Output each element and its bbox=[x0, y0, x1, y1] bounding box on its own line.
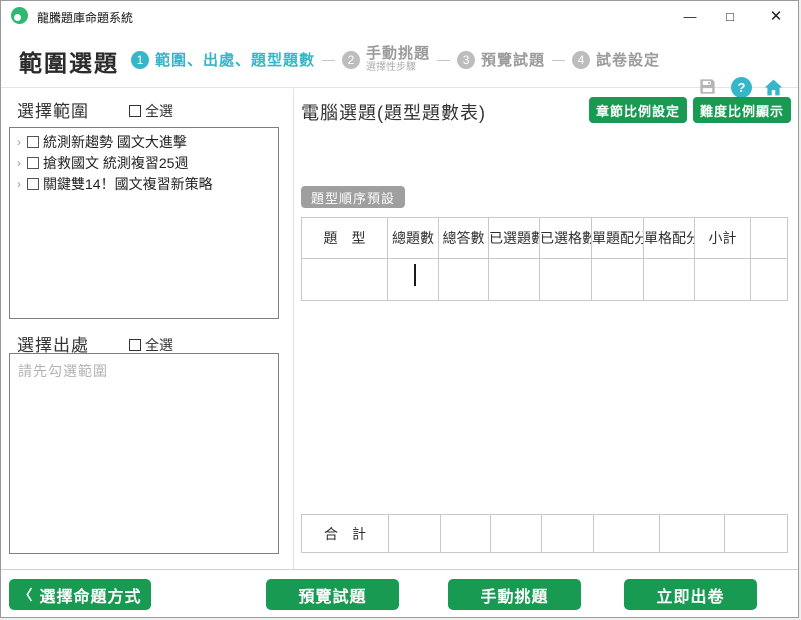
tree-item-book-3[interactable]: › 關鍵雙14！國文複習新策略 bbox=[10, 173, 278, 194]
title-bar: 龍騰題庫命題系統 — □ ✕ bbox=[1, 1, 798, 31]
step-1-number-icon: 1 bbox=[131, 50, 149, 69]
book-2-label[interactable]: 搶救國文 統測複習25週 bbox=[43, 153, 188, 173]
panel-divider bbox=[293, 89, 294, 569]
cell-question-type[interactable] bbox=[301, 258, 388, 301]
col-total-questions: 總題數 bbox=[387, 217, 439, 259]
book-3-checkbox[interactable] bbox=[27, 177, 39, 190]
question-type-table: 題 型 總題數 總答數 已選題數 已選格數 單題配分 單格配分 小計 bbox=[301, 217, 788, 301]
totals-cell bbox=[388, 514, 441, 553]
totals-table: 合 計 bbox=[301, 514, 788, 553]
step-3-number-icon: 3 bbox=[457, 50, 476, 69]
type-order-preset-button[interactable]: 題型順序預設 bbox=[301, 186, 406, 208]
step-4-label: 試卷設定 bbox=[596, 52, 661, 69]
source-select-all[interactable]: 全選 bbox=[129, 335, 173, 355]
totals-cell bbox=[659, 514, 725, 553]
step-1-range[interactable]: 1 範圍、出處、題型題數 bbox=[131, 49, 315, 70]
chevron-right-icon[interactable]: › bbox=[13, 156, 25, 170]
page-title: 範圍選題 bbox=[19, 50, 119, 76]
page-header: 範圍選題 1 範圍、出處、題型題數 — 2 手動挑題 選擇性步驟 — 3 預覽試… bbox=[1, 31, 798, 98]
chevron-right-icon[interactable]: › bbox=[13, 135, 25, 149]
difficulty-ratio-button[interactable]: 難度比例顯示 bbox=[693, 97, 791, 123]
app-logo-icon bbox=[11, 7, 28, 24]
window-title: 龍騰題庫命題系統 bbox=[37, 11, 134, 25]
back-to-method-button[interactable]: 〈 選擇命題方式 bbox=[9, 579, 151, 610]
step-3-preview[interactable]: 3 預覽試題 bbox=[457, 49, 545, 70]
source-placeholder: 請先勾選範圍 bbox=[18, 363, 108, 379]
col-selected-questions: 已選題數 bbox=[488, 217, 540, 259]
preview-questions-button[interactable]: 預覽試題 bbox=[266, 579, 399, 610]
col-selected-blanks: 已選格數 bbox=[539, 217, 592, 259]
wizard-steps: 1 範圍、出處、題型題數 — 2 手動挑題 選擇性步驟 — 3 預覽試題 — 4… bbox=[131, 31, 660, 88]
col-points-per-blank: 單格配分 bbox=[643, 217, 695, 259]
chevron-right-icon[interactable]: › bbox=[13, 177, 25, 191]
step-1-label: 範圍、出處、題型題數 bbox=[155, 52, 316, 69]
cell-points-per-blank[interactable] bbox=[643, 258, 695, 301]
source-select-all-checkbox[interactable] bbox=[129, 339, 141, 351]
step-separator: — bbox=[322, 52, 336, 67]
totals-cell bbox=[593, 514, 660, 553]
range-select-all-label: 全選 bbox=[145, 103, 173, 119]
totals-cell bbox=[440, 514, 491, 553]
table-header-row: 題 型 總題數 總答數 已選題數 已選格數 單題配分 單格配分 小計 bbox=[301, 217, 788, 259]
source-list: 請先勾選範圍 bbox=[9, 353, 279, 554]
tree-item-book-2[interactable]: › 搶救國文 統測複習25週 bbox=[10, 152, 278, 173]
range-section-title: 選擇範圍 bbox=[17, 102, 89, 121]
cell-subtotal[interactable] bbox=[694, 258, 751, 301]
cell-extra[interactable] bbox=[750, 258, 788, 301]
help-icon[interactable]: ? bbox=[731, 77, 752, 98]
minimize-button[interactable]: — bbox=[675, 1, 705, 31]
totals-row: 合 計 bbox=[301, 514, 788, 553]
source-select-all-label: 全選 bbox=[145, 337, 173, 353]
step-separator: — bbox=[552, 52, 566, 67]
book-1-checkbox[interactable] bbox=[27, 135, 39, 148]
cell-total-questions[interactable] bbox=[387, 258, 439, 301]
step-3-label: 預覽試題 bbox=[481, 52, 546, 69]
app-window: 龍騰題庫命題系統 — □ ✕ 範圍選題 1 範圍、出處、題型題數 — 2 手動挑… bbox=[0, 0, 799, 618]
col-total-answers: 總答數 bbox=[438, 217, 489, 259]
range-tree: › 統測新趨勢 國文大進擊 › 搶救國文 統測複習25週 › 關鍵雙14！國文複… bbox=[9, 127, 279, 319]
cell-points-per-question[interactable] bbox=[591, 258, 644, 301]
chapter-ratio-button[interactable]: 章節比例設定 bbox=[589, 97, 687, 123]
totals-cell bbox=[724, 514, 788, 553]
manual-pick-button[interactable]: 手動挑題 bbox=[448, 579, 581, 610]
range-select-all-checkbox[interactable] bbox=[129, 105, 141, 117]
computer-pick-title: 電腦選題(題型題數表) bbox=[301, 103, 486, 123]
book-2-checkbox[interactable] bbox=[27, 156, 39, 169]
col-extra bbox=[750, 217, 788, 259]
back-button-label: 選擇命題方式 bbox=[39, 588, 142, 606]
totals-cell bbox=[490, 514, 542, 553]
maximize-button[interactable]: □ bbox=[715, 1, 745, 31]
step-2-manual-pick[interactable]: 2 手動挑題 選擇性步驟 bbox=[342, 45, 430, 74]
totals-cell bbox=[541, 514, 594, 553]
text-cursor bbox=[414, 264, 416, 286]
book-3-label[interactable]: 關鍵雙14！國文複習新策略 bbox=[43, 174, 213, 194]
step-2-sublabel: 選擇性步驟 bbox=[366, 62, 417, 74]
cell-total-answers[interactable] bbox=[438, 258, 489, 301]
cell-selected-questions[interactable] bbox=[488, 258, 540, 301]
step-2-number-icon: 2 bbox=[342, 50, 361, 69]
range-select-all[interactable]: 全選 bbox=[129, 101, 173, 121]
table-row bbox=[301, 258, 788, 301]
totals-label: 合 計 bbox=[301, 514, 389, 553]
col-subtotal: 小計 bbox=[694, 217, 751, 259]
footer-divider bbox=[1, 569, 798, 570]
chevron-left-icon: 〈 bbox=[18, 586, 34, 603]
tree-item-book-1[interactable]: › 統測新趨勢 國文大進擊 bbox=[10, 131, 278, 152]
step-separator: — bbox=[437, 52, 451, 67]
book-1-label[interactable]: 統測新趨勢 國文大進擊 bbox=[43, 132, 187, 152]
step-4-paper-settings[interactable]: 4 試卷設定 bbox=[572, 49, 660, 70]
close-button[interactable]: ✕ bbox=[761, 1, 791, 31]
cell-selected-blanks[interactable] bbox=[539, 258, 592, 301]
col-points-per-question: 單題配分 bbox=[591, 217, 644, 259]
step-4-number-icon: 4 bbox=[572, 50, 591, 69]
generate-paper-button[interactable]: 立即出卷 bbox=[624, 579, 757, 610]
col-question-type: 題 型 bbox=[301, 217, 388, 259]
step-2-label: 手動挑題 bbox=[366, 45, 431, 63]
